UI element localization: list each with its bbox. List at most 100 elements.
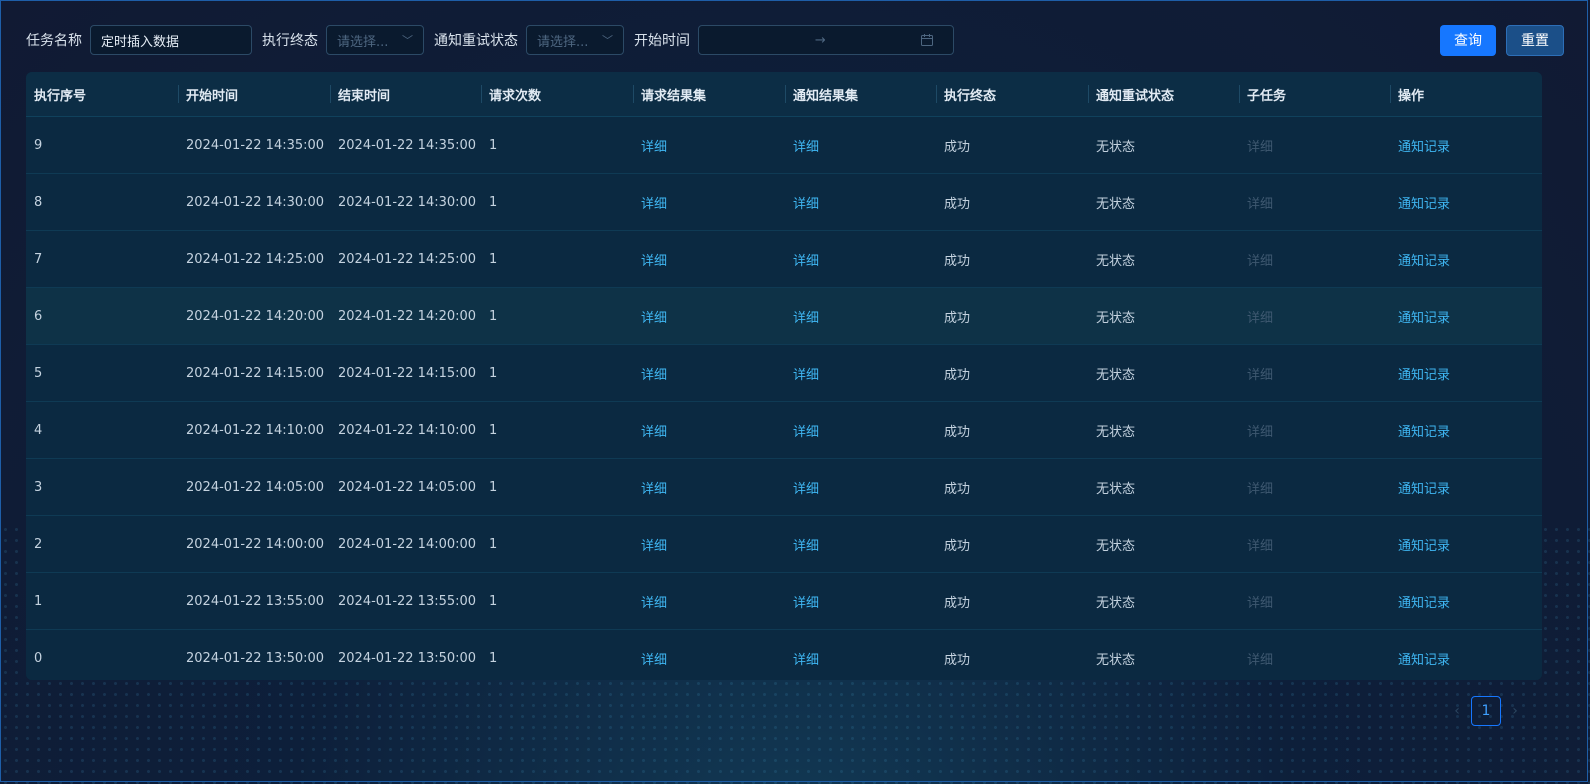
notify-result-detail-link[interactable]: 详细 <box>793 193 819 212</box>
start-time-cell-cell: 2024-01-22 14:30:00 <box>178 174 330 230</box>
notify-record-link[interactable]: 通知记录 <box>1398 136 1450 155</box>
request-result-detail-cell: 详细 <box>633 117 785 173</box>
start-time-cell-cell: 2024-01-22 13:55:00 <box>178 573 330 629</box>
notify-record-link[interactable]: 通知记录 <box>1398 535 1450 554</box>
table-header: 执行序号 开始时间 结束时间 请求次数 请求结果集 通知结果集 执行终态 通知重… <box>26 72 1542 117</box>
request-result-detail-link[interactable]: 详细 <box>641 364 667 383</box>
task-name-input[interactable]: 定时插入数据 <box>90 25 252 55</box>
exec-status-cell-cell: 成功 <box>936 573 1088 629</box>
subtask-detail-cell: 详细 <box>1239 231 1390 287</box>
column-header-notify-result: 通知结果集 <box>785 72 936 116</box>
request-result-detail-link[interactable]: 详细 <box>641 136 667 155</box>
end-time-cell-cell: 2024-01-22 14:25:00 <box>330 231 481 287</box>
subtask-detail-link[interactable]: 详细 <box>1247 649 1273 668</box>
table-row: 4 2024-01-22 14:10:00 2024-01-22 14:10:00 1… <box>26 402 1542 459</box>
notify-result-detail-link[interactable]: 详细 <box>793 307 819 326</box>
exec-status-cell: 成功 <box>944 595 971 611</box>
notify-record-link[interactable]: 通知记录 <box>1398 592 1450 611</box>
exec-status-cell-cell: 成功 <box>936 402 1088 458</box>
notify-record-link[interactable]: 通知记录 <box>1398 421 1450 440</box>
notify-record-link[interactable]: 通知记录 <box>1398 250 1450 269</box>
request-count-cell: 1 <box>489 194 498 210</box>
notify-result-detail-cell: 详细 <box>785 459 936 515</box>
end-time-cell: 2024-01-22 13:50:00 <box>338 650 477 666</box>
request-count-cell: 1 <box>489 593 498 609</box>
exec-no-cell-cell: 8 <box>26 174 178 230</box>
subtask-detail-link[interactable]: 详细 <box>1247 136 1273 155</box>
request-result-detail-link[interactable]: 详细 <box>641 307 667 326</box>
notify-result-detail-link[interactable]: 详细 <box>793 364 819 383</box>
notify-record-link[interactable]: 通知记录 <box>1398 649 1450 668</box>
notify-record-link[interactable]: 通知记录 <box>1398 307 1450 326</box>
subtask-detail-link[interactable]: 详细 <box>1247 250 1273 269</box>
retry-status-cell-cell: 无状态 <box>1088 630 1239 680</box>
notify-result-detail-link[interactable]: 详细 <box>793 592 819 611</box>
subtask-detail-cell: 详细 <box>1239 402 1390 458</box>
start-time-cell-cell: 2024-01-22 13:50:00 <box>178 630 330 680</box>
start-time-cell: 2024-01-22 14:00:00 <box>186 536 325 552</box>
exec-status-label: 执行终态 <box>262 33 318 49</box>
subtask-detail-cell: 详细 <box>1239 516 1390 572</box>
subtask-detail-link[interactable]: 详细 <box>1247 307 1273 326</box>
request-result-detail-link[interactable]: 详细 <box>641 592 667 611</box>
end-time-cell-cell: 2024-01-22 13:55:00 <box>330 573 481 629</box>
exec-status-select[interactable]: 请选择... ﹀ <box>326 25 424 55</box>
retry-status-cell: 无状态 <box>1096 424 1136 440</box>
notify-record-link[interactable]: 通知记录 <box>1398 478 1450 497</box>
request-result-detail-link[interactable]: 详细 <box>641 478 667 497</box>
chevron-right-icon[interactable]: › <box>1502 703 1528 719</box>
column-header-end-time: 结束时间 <box>330 72 481 116</box>
subtask-detail-link[interactable]: 详细 <box>1247 364 1273 383</box>
request-result-detail-link[interactable]: 详细 <box>641 649 667 668</box>
chevron-left-icon[interactable]: ‹ <box>1444 703 1470 719</box>
subtask-detail-link[interactable]: 详细 <box>1247 193 1273 212</box>
notify-record-cell: 通知记录 <box>1390 573 1542 629</box>
notify-result-detail-link[interactable]: 详细 <box>793 136 819 155</box>
notify-record-link[interactable]: 通知记录 <box>1398 364 1450 383</box>
page-button-current[interactable]: 1 <box>1471 696 1501 726</box>
notify-result-detail-link[interactable]: 详细 <box>793 478 819 497</box>
retry-status-select[interactable]: 请选择... ﹀ <box>526 25 624 55</box>
reset-button[interactable]: 重置 <box>1506 24 1564 56</box>
end-time-cell-cell: 2024-01-22 14:35:00 <box>330 117 481 173</box>
start-time-cell: 2024-01-22 13:55:00 <box>186 593 325 609</box>
subtask-detail-link[interactable]: 详细 <box>1247 592 1273 611</box>
request-result-detail-link[interactable]: 详细 <box>641 250 667 269</box>
notify-record-link[interactable]: 通知记录 <box>1398 193 1450 212</box>
exec-status-cell: 成功 <box>944 310 971 326</box>
exec-status-cell-cell: 成功 <box>936 630 1088 680</box>
exec-no-cell: 1 <box>34 593 43 609</box>
retry-status-cell: 无状态 <box>1096 595 1136 611</box>
request-count-cell-cell: 1 <box>481 288 633 344</box>
request-result-detail-link[interactable]: 详细 <box>641 535 667 554</box>
request-count-cell-cell: 1 <box>481 573 633 629</box>
subtask-detail-link[interactable]: 详细 <box>1247 535 1273 554</box>
exec-no-cell: 9 <box>34 137 43 153</box>
request-count-cell: 1 <box>489 536 498 552</box>
end-time-cell-cell: 2024-01-22 14:05:00 <box>330 459 481 515</box>
subtask-detail-link[interactable]: 详细 <box>1247 421 1273 440</box>
notify-result-detail-link[interactable]: 详细 <box>793 250 819 269</box>
exec-no-cell: 6 <box>34 308 43 324</box>
end-time-cell-cell: 2024-01-22 13:50:00 <box>330 630 481 680</box>
subtask-detail-link[interactable]: 详细 <box>1247 478 1273 497</box>
retry-status-cell-cell: 无状态 <box>1088 345 1239 401</box>
notify-result-detail-link[interactable]: 详细 <box>793 535 819 554</box>
notify-record-cell: 通知记录 <box>1390 174 1542 230</box>
notify-result-detail-link[interactable]: 详细 <box>793 421 819 440</box>
request-result-detail-link[interactable]: 详细 <box>641 193 667 212</box>
start-time-cell-cell: 2024-01-22 14:20:00 <box>178 288 330 344</box>
notify-result-detail-link[interactable]: 详细 <box>793 649 819 668</box>
pagination: ‹ 1 › <box>1444 696 1528 726</box>
start-time-range-picker[interactable]: → <box>698 25 954 55</box>
request-result-detail-link[interactable]: 详细 <box>641 421 667 440</box>
end-time-cell-cell: 2024-01-22 14:15:00 <box>330 345 481 401</box>
request-count-cell-cell: 1 <box>481 231 633 287</box>
exec-no-cell-cell: 0 <box>26 630 178 680</box>
notify-record-cell: 通知记录 <box>1390 516 1542 572</box>
notify-result-detail-cell: 详细 <box>785 402 936 458</box>
subtask-detail-cell: 详细 <box>1239 573 1390 629</box>
start-time-cell: 2024-01-22 14:30:00 <box>186 194 325 210</box>
query-button[interactable]: 查询 <box>1440 24 1496 56</box>
exec-no-cell: 8 <box>34 194 43 210</box>
